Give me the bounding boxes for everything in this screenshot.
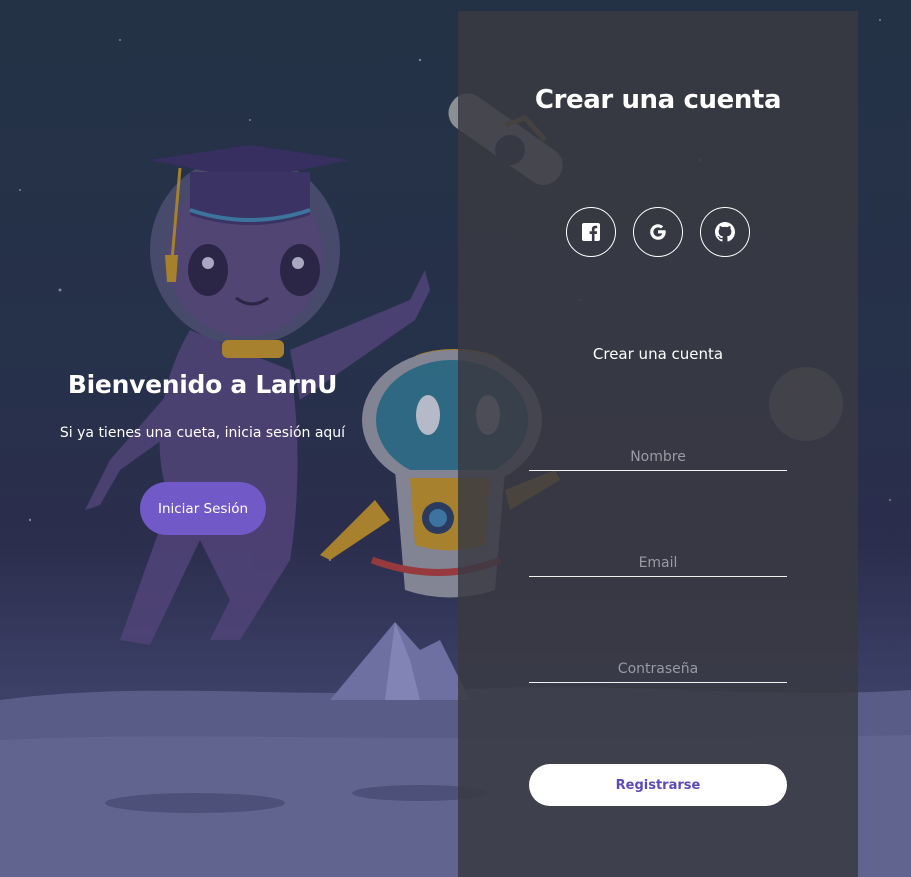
login-button[interactable]: Iniciar Sesión <box>140 482 266 535</box>
register-button[interactable]: Registrarse <box>529 764 787 806</box>
google-login-button[interactable] <box>633 207 683 257</box>
signup-subtitle: Crear una cuenta <box>592 345 724 363</box>
signup-panel: Crear una cuenta Crear una cuenta Regist… <box>458 11 858 877</box>
welcome-text: Si ya tienes una cueta, inicia sesión aq… <box>59 425 346 441</box>
social-login-group <box>566 207 750 257</box>
name-field[interactable] <box>529 443 787 471</box>
github-icon <box>715 222 735 242</box>
welcome-title: Bienvenido a LarnU <box>67 370 338 399</box>
github-login-button[interactable] <box>700 207 750 257</box>
welcome-section: Bienvenido a LarnU Si ya tienes una cuet… <box>0 370 405 441</box>
facebook-login-button[interactable] <box>566 207 616 257</box>
facebook-icon <box>582 223 600 241</box>
email-field[interactable] <box>529 549 787 577</box>
google-icon <box>650 224 666 240</box>
password-field[interactable] <box>529 655 787 683</box>
signup-title: Crear una cuenta <box>534 85 782 115</box>
